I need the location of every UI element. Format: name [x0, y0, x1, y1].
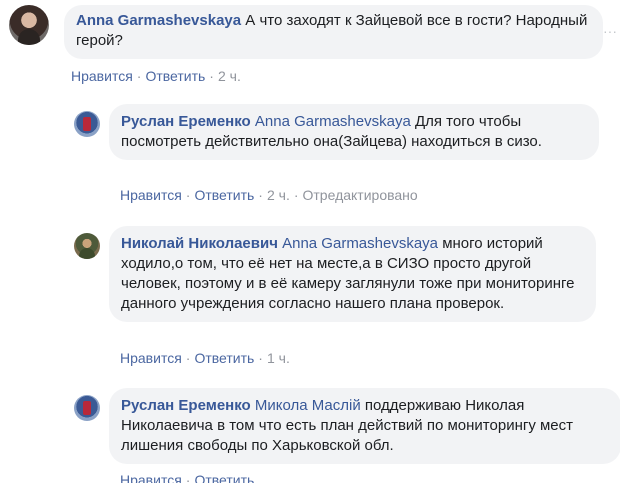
separator: · [185, 350, 191, 366]
comment-ruslan-1: Руслан Еременко Anna Garmashevskaya Для … [74, 104, 599, 160]
separator: · [209, 68, 214, 84]
avatar-ruslan[interactable] [74, 395, 100, 421]
reply-link[interactable]: Ответить [145, 68, 205, 84]
comment-bubble: Руслан Еременко Anna Garmashevskaya Для … [109, 104, 599, 160]
comment-bubble: Руслан Еременко Микола Маслій поддержива… [109, 388, 620, 464]
separator: · [293, 187, 299, 203]
comment-mention[interactable]: Микола Маслій [255, 397, 361, 414]
comment-actions: Нравится · Ответить [120, 472, 254, 483]
separator: · [258, 187, 263, 203]
separator: · [258, 350, 263, 366]
timestamp[interactable]: 1 ч. [267, 350, 290, 366]
comment-anna: Anna Garmashevskaya А что заходят к Зайц… [9, 5, 603, 59]
timestamp[interactable]: 2 ч. [218, 68, 241, 84]
avatar-anna[interactable] [9, 5, 49, 45]
comment-author[interactable]: Anna Garmashevskaya [76, 12, 241, 29]
comment-nikolay: Николай Николаевич Anna Garmashevskaya м… [74, 226, 596, 322]
more-options-icon[interactable]: ··· [603, 24, 617, 38]
reply-link[interactable]: Ответить [194, 187, 254, 203]
avatar-nikolay[interactable] [74, 233, 100, 259]
comment-actions: Нравится · Ответить · 2 ч. · Отредактировано [120, 187, 418, 203]
comment-bubble: Николай Николаевич Anna Garmashevskaya м… [109, 226, 596, 322]
comment-author[interactable]: Руслан Еременко [121, 113, 251, 130]
like-link[interactable]: Нравится [120, 350, 182, 366]
like-link[interactable]: Нравится [120, 187, 182, 203]
comments-thread: Anna Garmashevskaya А что заходят к Зайц… [0, 0, 620, 483]
like-link[interactable]: Нравится [71, 68, 133, 84]
timestamp[interactable]: 2 ч. [267, 187, 290, 203]
comment-author[interactable]: Руслан Еременко [121, 397, 251, 414]
comment-bubble: Anna Garmashevskaya А что заходят к Зайц… [64, 5, 603, 59]
comment-actions: Нравится · Ответить · 1 ч. [120, 350, 290, 366]
comment-author[interactable]: Николай Николаевич [121, 235, 278, 252]
comment-ruslan-2: Руслан Еременко Микола Маслій поддержива… [74, 388, 620, 464]
comment-mention[interactable]: Anna Garmashevskaya [255, 113, 411, 130]
like-link[interactable]: Нравится [120, 472, 182, 483]
reply-link[interactable]: Ответить [194, 472, 254, 483]
separator: · [185, 472, 191, 483]
separator: · [136, 68, 142, 84]
avatar-ruslan[interactable] [74, 111, 100, 137]
comment-mention[interactable]: Anna Garmashevskaya [282, 235, 438, 252]
edited-label[interactable]: Отредактировано [303, 187, 418, 203]
reply-link[interactable]: Ответить [194, 350, 254, 366]
comment-actions: Нравится · Ответить · 2 ч. [71, 68, 241, 84]
separator: · [185, 187, 191, 203]
